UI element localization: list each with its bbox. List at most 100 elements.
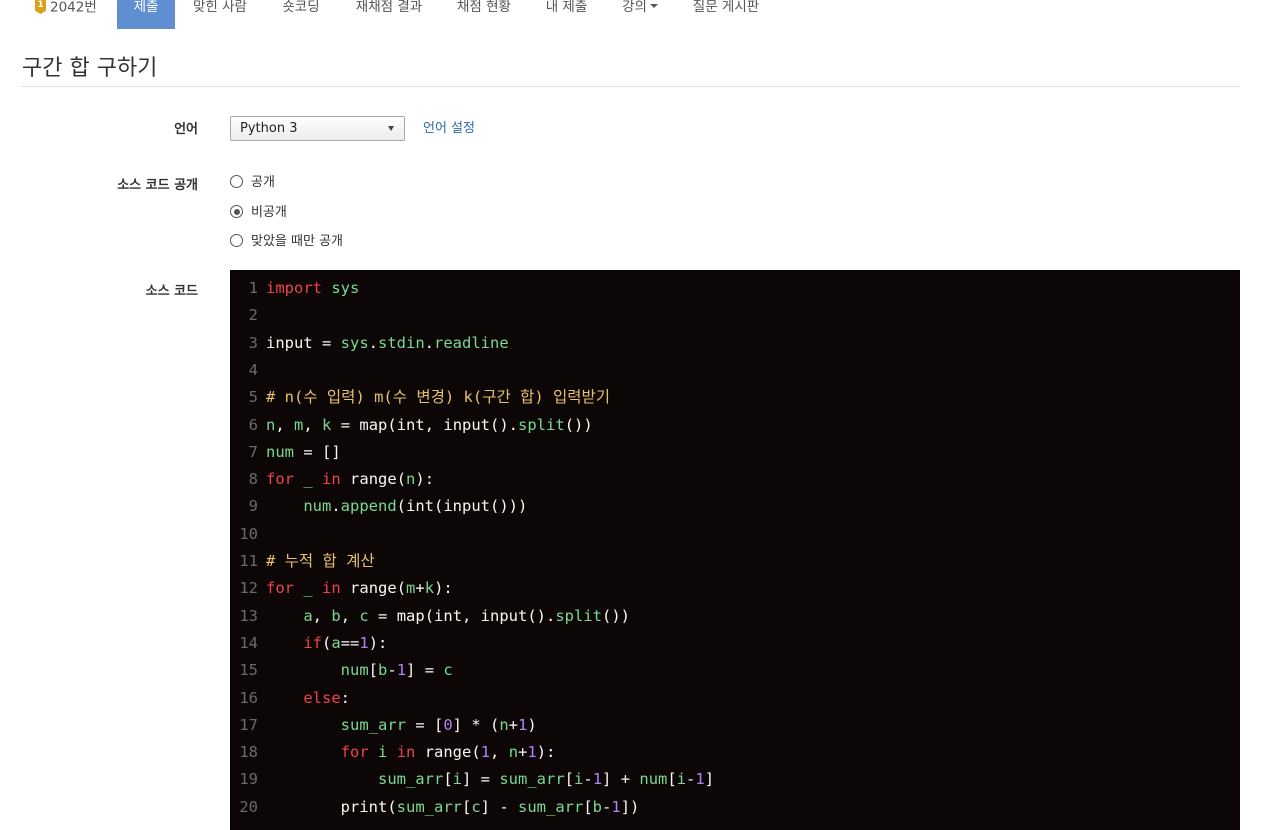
tab-question-board[interactable]: 질문 게시판	[686, 0, 766, 29]
code-token: a	[303, 606, 313, 625]
code-token: n	[499, 715, 509, 734]
code-line[interactable]: 1 import sys	[230, 275, 1240, 302]
code-token: else	[303, 688, 341, 707]
code-line[interactable]: 8 for _ in range(n):	[230, 466, 1240, 493]
tab-status[interactable]: 채점 현황	[450, 0, 518, 29]
radio-button-checked[interactable]	[230, 205, 243, 218]
code-token: # n(수 입력) m(수 변경) k(구간 합) 입력받기	[266, 388, 611, 407]
code-token: in	[322, 470, 341, 489]
line-number: 17	[239, 715, 258, 734]
code-token: for	[340, 743, 369, 762]
code-line[interactable]: 17 sum_arr = [0] * (n+1)	[230, 712, 1240, 739]
code-token: m	[406, 579, 416, 598]
code-token: i	[676, 770, 687, 789]
code-token: ])	[620, 797, 640, 816]
language-label: 언어	[174, 122, 198, 137]
code-token: range(	[415, 743, 481, 762]
code-token: [	[368, 661, 378, 680]
code-token: ):	[368, 633, 388, 652]
code-line[interactable]: 18 for i in range(1, n+1):	[230, 739, 1240, 766]
radio-label: 공개	[251, 175, 275, 190]
line-number: 8	[248, 470, 258, 489]
code-text: # n(수 입력) m(수 변경) k(구간 합) 입력받기	[266, 384, 610, 411]
tab-short-coding[interactable]: 숏코딩	[274, 0, 328, 29]
code-token: for	[266, 579, 294, 598]
visibility-option-public-if-correct[interactable]: 맞았을 때만 공개	[230, 234, 343, 250]
line-number: 12	[239, 579, 258, 598]
code-token: +	[518, 743, 528, 762]
code-token: ] =	[406, 661, 444, 680]
tab-my-submissions[interactable]: 내 제출	[539, 0, 594, 29]
code-line[interactable]: 2	[230, 302, 1240, 329]
code-token: ] * (	[452, 715, 500, 734]
code-token: ] +	[602, 770, 640, 789]
code-token: -	[583, 770, 593, 789]
language-settings-link[interactable]: 언어 설정	[423, 117, 475, 136]
code-line[interactable]: 3 input = sys.stdin.readline	[230, 330, 1240, 357]
code-token: ):	[434, 579, 453, 598]
code-token: k	[424, 579, 435, 598]
code-text: num = []	[266, 439, 341, 466]
problem-number: 2042번	[50, 0, 97, 16]
code-token: sum_arr	[396, 797, 462, 816]
code-editor[interactable]: 1 import sys 2 3 input = sys.stdin.readline 4…	[230, 270, 1240, 830]
line-number: 19	[239, 770, 258, 789]
code-line[interactable]: 19 sum_arr[i] = sum_arr[i-1] + num[i-1]	[230, 766, 1240, 793]
code-line[interactable]: 13 a, b, c = map(int, input().split())	[230, 603, 1240, 630]
code-token: c	[443, 661, 453, 680]
code-line[interactable]: 6 n, m, k = map(int, input().split())	[230, 412, 1240, 439]
line-number: 2	[248, 306, 258, 325]
code-token: _	[303, 470, 313, 489]
code-token: -	[602, 797, 612, 816]
code-token: sys	[331, 279, 360, 297]
code-line[interactable]: 5 # n(수 입력) m(수 변경) k(구간 합) 입력받기	[230, 384, 1240, 411]
code-text: num.append(int(input()))	[266, 493, 527, 520]
problem-number-link[interactable]: 1 2042번	[35, 0, 105, 29]
code-token: ,	[490, 743, 509, 762]
code-token: +	[508, 715, 519, 734]
code-line[interactable]: 14 if(a==1):	[230, 630, 1240, 657]
code-line[interactable]: 15 num[b-1] = c	[230, 657, 1240, 684]
code-text: import sys	[266, 275, 359, 302]
source-visibility-label: 소스 코드 공개	[117, 178, 198, 193]
code-line[interactable]: 7 num = []	[230, 439, 1240, 466]
code-token: b	[331, 606, 341, 625]
radio-button[interactable]	[230, 175, 243, 188]
code-line[interactable]: 12 for _ in range(m+k):	[230, 575, 1240, 602]
code-token: for	[266, 470, 294, 489]
tab-rejudge-results[interactable]: 재채점 결과	[349, 0, 429, 29]
tab-lectures[interactable]: 강의	[614, 0, 666, 29]
code-token: if	[303, 633, 322, 652]
code-line[interactable]: 11 # 누적 합 계산	[230, 548, 1240, 575]
code-line[interactable]: 16 else:	[230, 685, 1240, 712]
tab-submit[interactable]: 제출	[117, 0, 175, 29]
language-select[interactable]: Python 3	[230, 116, 405, 141]
code-text: sum_arr = [0] * (n+1)	[266, 712, 537, 739]
code-text: else:	[266, 685, 350, 712]
code-token: sys	[340, 333, 369, 352]
line-number: 13	[239, 606, 258, 625]
visibility-option-private[interactable]: 비공개	[230, 205, 287, 221]
tab-solvers[interactable]: 맞힌 사람	[186, 0, 254, 29]
code-token: num	[303, 497, 332, 516]
visibility-option-public[interactable]: 공개	[230, 175, 275, 191]
code-line[interactable]: 4	[230, 357, 1240, 384]
code-line[interactable]: 20 print(sum_arr[c] - sum_arr[b-1])	[230, 794, 1240, 821]
code-token: k	[322, 415, 332, 434]
code-line[interactable]: 10	[230, 521, 1240, 548]
code-token: ,	[303, 415, 323, 434]
code-token: sum_arr	[340, 715, 406, 734]
code-token: readline	[434, 333, 509, 352]
code-line[interactable]: 9 num.append(int(input()))	[230, 493, 1240, 520]
code-token: ())	[602, 606, 631, 625]
code-token: i	[574, 770, 584, 789]
code-token: range(	[340, 470, 407, 489]
radio-button[interactable]	[230, 234, 243, 247]
